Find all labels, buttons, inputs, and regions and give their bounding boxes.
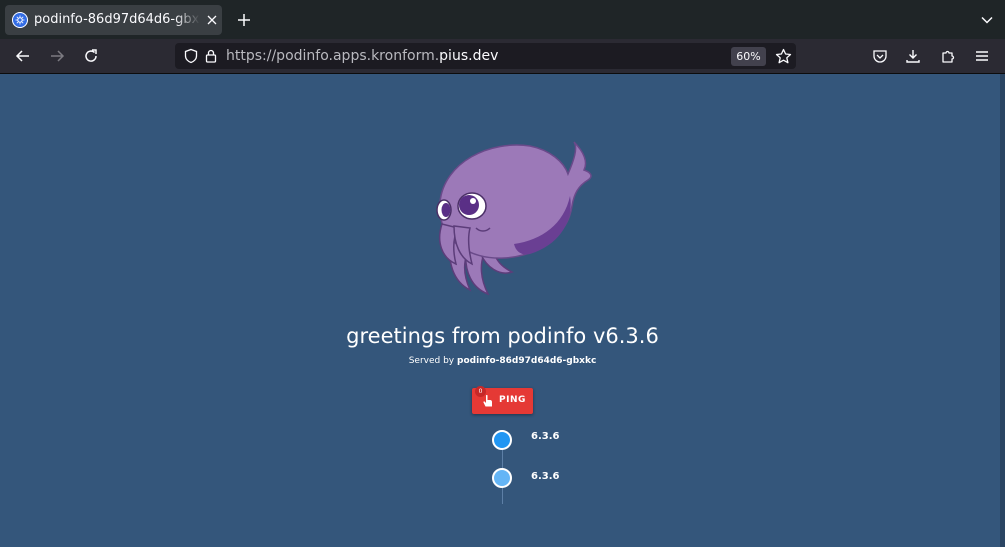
browser-tab[interactable]: podinfo-86d97d64d6-gbxkc (5, 5, 222, 35)
served-by-text: Served by podinfo-86d97d64d6-gbxkc (408, 356, 597, 366)
tab-bar: podinfo-86d97d64d6-gbxkc (0, 0, 1005, 39)
page-content: greetings from podinfo v6.3.6 Served by … (0, 74, 1000, 547)
hand-pointer-icon (483, 394, 492, 407)
version-dot (492, 430, 512, 450)
pocket-icon[interactable] (868, 44, 892, 68)
page-title: greetings from podinfo v6.3.6 (346, 324, 659, 348)
ping-button-label: PING (499, 395, 526, 405)
lock-icon[interactable] (199, 44, 223, 68)
download-icon[interactable] (901, 44, 925, 68)
url-text: https://podinfo.apps.kronform.pius.dev (226, 48, 499, 64)
close-icon[interactable] (203, 11, 221, 29)
arrow-right-icon[interactable] (45, 44, 69, 68)
page-scrollbar[interactable] (1000, 74, 1005, 547)
hamburger-icon[interactable] (970, 44, 994, 68)
version-label: 6.3.6 (531, 431, 560, 442)
pod-hostname: podinfo-86d97d64d6-gbxkc (457, 356, 597, 366)
chevron-down-icon[interactable] (976, 9, 998, 31)
version-dot (492, 468, 512, 488)
zoom-level-badge[interactable]: 60% (731, 47, 766, 66)
cuttlefish-mascot-icon (436, 141, 592, 296)
reload-icon[interactable] (79, 44, 103, 68)
plus-icon[interactable] (233, 9, 255, 31)
navigation-toolbar: https://podinfo.apps.kronform.pius.dev 6… (0, 39, 1005, 74)
arrow-left-icon[interactable] (11, 44, 35, 68)
ping-button[interactable]: 0 PING (472, 386, 533, 414)
tab-title: podinfo-86d97d64d6-gbxkc (34, 12, 200, 27)
kubernetes-icon (12, 12, 28, 28)
puzzle-icon[interactable] (936, 44, 960, 68)
version-label: 6.3.6 (531, 471, 560, 482)
address-bar[interactable]: https://podinfo.apps.kronform.pius.dev 6… (175, 43, 796, 69)
star-icon[interactable] (771, 44, 795, 68)
